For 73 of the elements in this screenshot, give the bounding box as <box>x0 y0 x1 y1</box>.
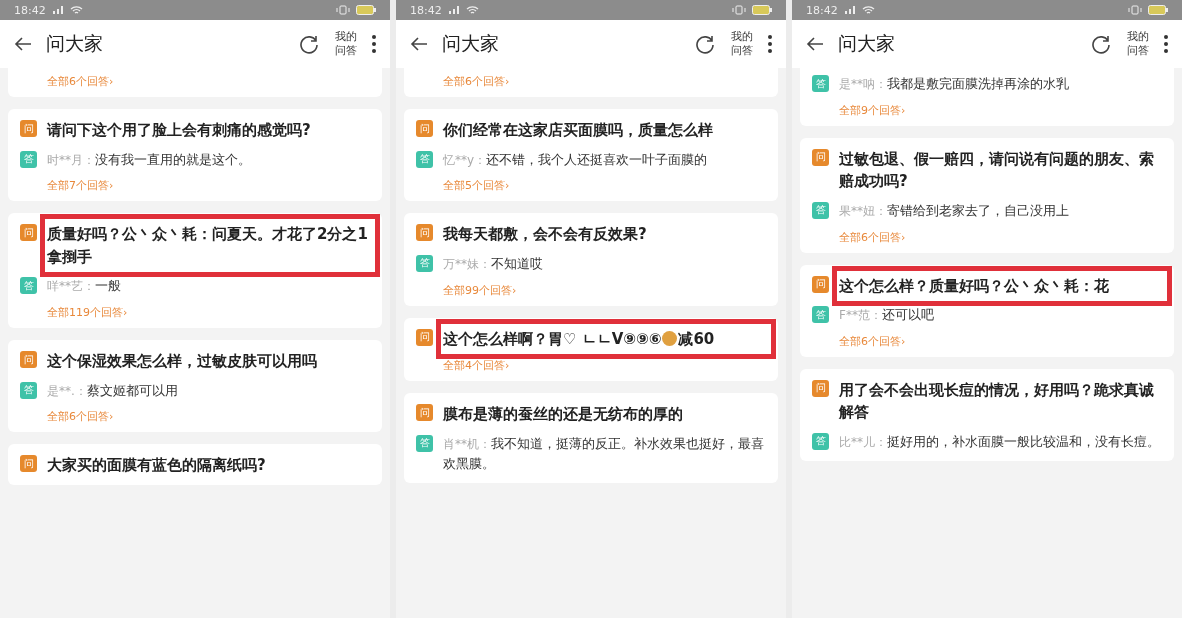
my-qa-button[interactable]: 我的问答 <box>729 29 754 59</box>
more-icon[interactable] <box>372 35 376 53</box>
wifi-icon <box>69 5 83 15</box>
more-icon[interactable] <box>1164 35 1168 53</box>
question-text[interactable]: 这个怎么样啊？胃♡ ㄴㄴV⑨⑨⑥ 减60 <box>443 327 715 351</box>
question-text[interactable]: 这个保湿效果怎么样，过敏皮肤可以用吗 <box>47 350 317 373</box>
my-qa-button[interactable]: 我的问答 <box>333 29 358 59</box>
answer-badge: 答 <box>20 381 37 399</box>
answer-text: 万**妹：不知道哎 <box>443 254 543 273</box>
question-text[interactable]: 你们经常在这家店买面膜吗，质量怎么样 <box>443 119 713 142</box>
answer-text: 果**妞：寄错给到老家去了，自己没用上 <box>839 201 1069 220</box>
answer-text: 是**呐：我都是敷完面膜洗掉再涂的水乳 <box>839 75 1069 93</box>
answer-badge: 答 <box>812 432 829 450</box>
refresh-icon[interactable] <box>1089 33 1112 55</box>
refresh-icon[interactable] <box>693 33 716 55</box>
page-title: 问大家 <box>838 31 896 56</box>
question-badge: 问 <box>812 379 829 397</box>
answer-badge: 答 <box>20 277 37 295</box>
vibrate-icon <box>732 5 746 15</box>
answer-badge: 答 <box>812 306 829 324</box>
signal-icon <box>51 5 64 15</box>
signal-icon <box>843 5 856 15</box>
refresh-icon[interactable] <box>297 33 320 55</box>
question-badge: 问 <box>20 351 37 369</box>
answer-badge: 答 <box>416 254 433 272</box>
status-time: 18:42 <box>806 3 838 17</box>
answer-text: 咩**艺：一般 <box>47 277 121 296</box>
question-text[interactable]: 过敏包退、假一赔四，请问说有问题的朋友、索赔成功吗? <box>839 147 1162 193</box>
battery-icon <box>1148 5 1168 15</box>
back-icon[interactable] <box>806 36 824 52</box>
question-text[interactable]: 大家买的面膜有蓝色的隔离纸吗? <box>47 454 266 477</box>
question-badge: 问 <box>416 328 433 346</box>
question-badge: 问 <box>416 120 433 137</box>
wifi-icon <box>861 5 875 15</box>
question-text[interactable]: 用了会不会出现长痘的情况，好用吗？跪求真诚解答 <box>839 378 1162 424</box>
coin-icon <box>662 330 678 346</box>
vibrate-icon <box>1128 5 1142 15</box>
answer-text: 时**月：没有我一直用的就是这个。 <box>47 150 251 169</box>
answer-text: F**范：还可以吧 <box>839 306 934 325</box>
signal-icon <box>447 5 460 15</box>
answer-badge: 答 <box>20 150 37 168</box>
answer-badge: 答 <box>812 75 829 92</box>
answer-text: 忆**y：还不错，我个人还挺喜欢一叶子面膜的 <box>443 150 708 169</box>
question-text[interactable]: 质量好吗？公丶众丶耗：问夏天。才花了2分之1拿捯手 <box>47 223 370 269</box>
back-icon[interactable] <box>410 36 428 52</box>
question-badge: 问 <box>20 120 37 137</box>
question-text[interactable]: 我每天都敷，会不会有反效果? <box>443 223 647 246</box>
question-badge: 问 <box>812 148 829 166</box>
more-icon[interactable] <box>768 35 772 53</box>
page-title: 问大家 <box>442 31 500 56</box>
vibrate-icon <box>336 5 350 15</box>
battery-icon <box>752 5 772 15</box>
answer-badge: 答 <box>416 434 433 452</box>
answer-badge: 答 <box>416 150 433 168</box>
answer-badge: 答 <box>812 201 829 219</box>
question-badge: 问 <box>20 455 37 473</box>
back-icon[interactable] <box>14 36 32 52</box>
my-qa-button[interactable]: 我的问答 <box>1125 29 1150 59</box>
answer-text: 比**儿：挺好用的，补水面膜一般比较温和，没有长痘。 <box>839 432 1160 451</box>
status-time: 18:42 <box>14 3 46 17</box>
question-badge: 问 <box>20 224 37 242</box>
question-text[interactable]: 这个怎么样？质量好吗？公丶众丶耗：花 <box>839 274 1109 298</box>
question-badge: 问 <box>812 275 829 293</box>
question-text[interactable]: 膜布是薄的蚕丝的还是无纺布的厚的 <box>443 403 683 426</box>
status-time: 18:42 <box>410 3 442 17</box>
question-badge: 问 <box>416 224 433 242</box>
page-title: 问大家 <box>46 31 104 56</box>
wifi-icon <box>465 5 479 15</box>
answer-text: 肖**机：我不知道，挺薄的反正。补水效果也挺好，最喜欢黑膜。 <box>443 434 765 474</box>
answer-text: 是**.：蔡文姬都可以用 <box>47 381 178 400</box>
question-text[interactable]: 请问下这个用了脸上会有刺痛的感觉吗? <box>47 119 311 142</box>
question-badge: 问 <box>416 404 433 422</box>
battery-icon <box>356 5 376 15</box>
